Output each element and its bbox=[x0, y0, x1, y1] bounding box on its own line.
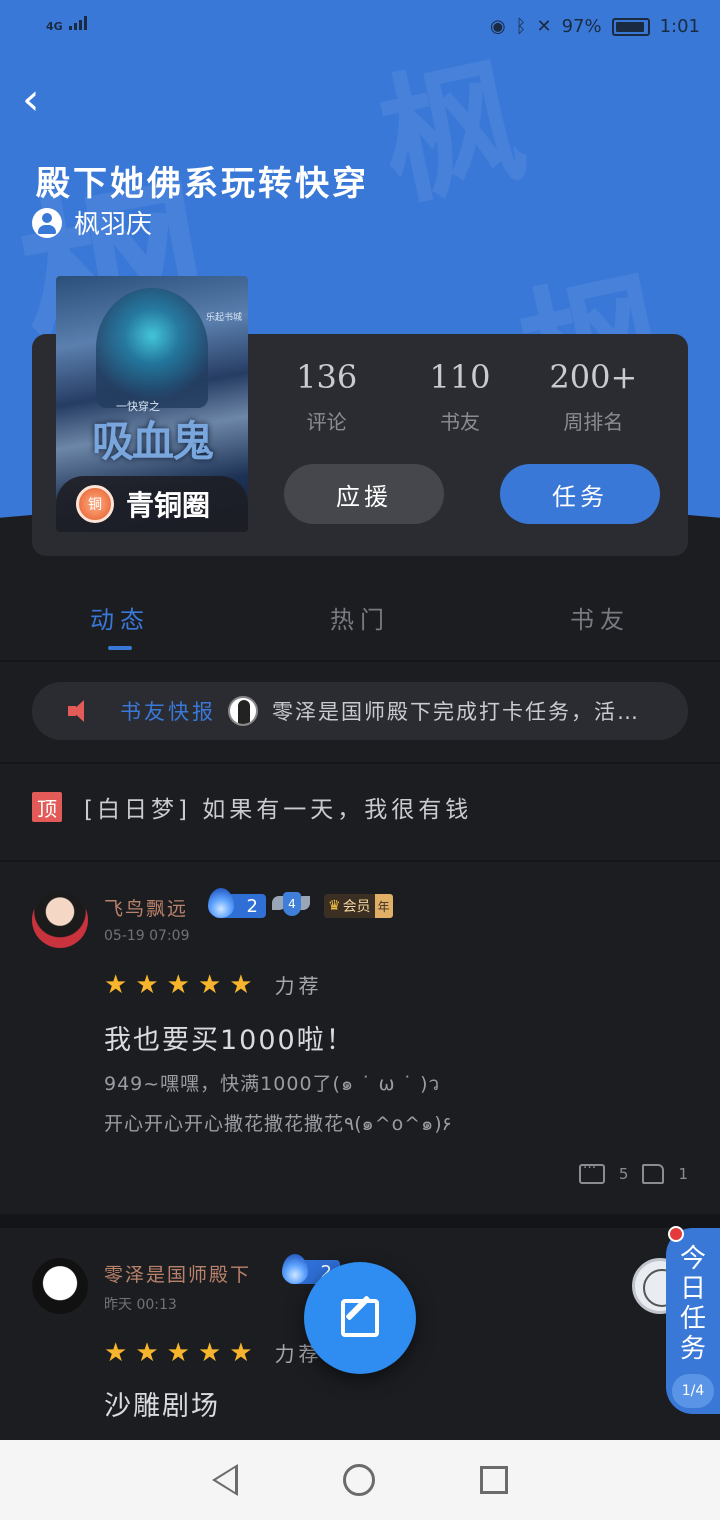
support-button[interactable]: 应援 bbox=[284, 464, 444, 524]
mute-icon: ✕ bbox=[536, 16, 552, 37]
daily-task-progress: 1/4 bbox=[672, 1374, 714, 1408]
battery-icon bbox=[611, 17, 650, 36]
divider bbox=[0, 762, 720, 764]
bronze-medal-icon: 铜 bbox=[76, 485, 114, 523]
fire-icon: 2 bbox=[246, 895, 258, 917]
rating: ★ ★ ★ ★ ★ 力荐 bbox=[104, 970, 323, 999]
rating: ★ ★ ★ ★ ★ 力荐 bbox=[104, 1338, 323, 1367]
author-name: 枫羽庆 bbox=[74, 210, 153, 240]
avatar bbox=[228, 696, 258, 726]
post-headline: 沙雕剧场 bbox=[104, 1391, 220, 1422]
stat-label: 评论 bbox=[306, 410, 347, 434]
author[interactable]: 枫羽庆 bbox=[32, 204, 152, 241]
user-icon bbox=[32, 207, 62, 238]
book-stats: 136 评论 110 书友 200+ 周排名 bbox=[260, 358, 660, 448]
news-text: 零泽是国师殿下完成打卡任务，活… bbox=[272, 700, 640, 724]
thumbs-up-icon[interactable] bbox=[642, 1164, 665, 1184]
cover-artwork bbox=[96, 288, 208, 408]
vip-label: 会员 bbox=[342, 899, 371, 915]
level-badge: 铜 青铜圈 bbox=[56, 476, 248, 532]
system-nav-bar bbox=[0, 1440, 720, 1520]
tab-activity[interactable]: 动态 bbox=[0, 600, 240, 660]
star-icon: ★ bbox=[229, 969, 253, 1000]
book-title: 殿下她佛系玩转快穿 bbox=[36, 164, 369, 204]
crown-icon: ♛ bbox=[328, 898, 341, 914]
divider bbox=[0, 660, 720, 662]
cover-publisher: 乐起书城 bbox=[205, 313, 242, 323]
shield-icon: 4 bbox=[272, 892, 310, 918]
pinned-post[interactable]: 顶 [白日梦] 如果有一天，我很有钱 bbox=[32, 790, 472, 824]
star-icon: ★ bbox=[104, 969, 128, 1000]
star-icon: ★ bbox=[166, 1337, 190, 1368]
battery-percent: 97% bbox=[561, 16, 602, 37]
bluetooth-icon: ᛒ bbox=[515, 16, 527, 37]
shield-level: 4 bbox=[283, 892, 301, 916]
post-date: 05-19 07:09 bbox=[104, 928, 190, 944]
tab-bar: 动态 热门 书友 bbox=[0, 600, 720, 660]
stat-value: 200+ bbox=[549, 358, 638, 396]
tab-friends[interactable]: 书友 bbox=[480, 600, 720, 660]
fire-level-badge: 2 bbox=[208, 888, 266, 918]
avatar[interactable] bbox=[32, 1258, 88, 1314]
stat-weekly-rank[interactable]: 200+ 周排名 bbox=[527, 358, 660, 448]
stat-value: 136 bbox=[296, 358, 358, 396]
stat-friends[interactable]: 110 书友 bbox=[393, 358, 526, 448]
nav-recent-apps-icon[interactable] bbox=[479, 1466, 508, 1494]
star-icon: ★ bbox=[104, 1337, 128, 1368]
nav-home-icon[interactable] bbox=[342, 1464, 375, 1496]
comment-count: 5 bbox=[618, 1165, 629, 1183]
vip-year: 年 bbox=[374, 894, 393, 918]
post-body-line: 949~嘿嘿，快满1000了(๑ ˙ ω ˙ )ว bbox=[104, 1073, 441, 1095]
cover-title: 吸血鬼 bbox=[91, 417, 214, 466]
tab-popular[interactable]: 热门 bbox=[240, 600, 480, 660]
stat-label: 书友 bbox=[439, 410, 480, 434]
network-type: 4G bbox=[46, 20, 63, 33]
avatar[interactable] bbox=[32, 892, 88, 948]
divider bbox=[0, 1214, 720, 1228]
stat-value: 110 bbox=[429, 358, 491, 396]
star-icon: ★ bbox=[197, 1337, 222, 1368]
post-body-line: 开心开心开心撒花撒花撒花٩(๑^o^๑)۶ bbox=[104, 1113, 452, 1135]
vip-badge: ♛ 会员 年 bbox=[324, 894, 393, 918]
chevron-left-icon: ‹ bbox=[22, 74, 40, 125]
rating-label: 力荐 bbox=[274, 974, 323, 998]
star-icon: ★ bbox=[229, 1337, 253, 1368]
back-button[interactable]: ‹ bbox=[22, 78, 70, 126]
daily-task-widget[interactable]: 今日任务 1/4 bbox=[666, 1226, 720, 1414]
post-headline: 我也要买1000啦！ bbox=[104, 1025, 355, 1056]
eye-icon: ◉ bbox=[489, 16, 506, 37]
pinned-tag: 顶 bbox=[32, 792, 62, 822]
stat-comments[interactable]: 136 评论 bbox=[260, 358, 393, 448]
like-count: 1 bbox=[678, 1165, 688, 1183]
status-bar: 4G ◉ ᛒ ✕ 97% 1:01 bbox=[0, 0, 720, 56]
star-icon: ★ bbox=[135, 1337, 159, 1368]
star-icon: ★ bbox=[166, 969, 190, 1000]
write-post-button[interactable] bbox=[304, 1262, 416, 1374]
star-icon: ★ bbox=[135, 969, 159, 1000]
news-label: 书友快报 bbox=[120, 700, 216, 724]
pinned-title: [白日梦] 如果有一天，我很有钱 bbox=[84, 797, 473, 823]
notification-dot bbox=[668, 1226, 684, 1242]
post-actions: 5 1 bbox=[578, 1160, 688, 1184]
news-ticker[interactable]: 书友快报 零泽是国师殿下完成打卡任务，活… bbox=[32, 682, 688, 740]
daily-task-label: 今日任务 bbox=[679, 1244, 706, 1364]
level-badge-label: 青铜圈 bbox=[126, 489, 211, 522]
speaker-icon bbox=[68, 699, 94, 723]
post-username[interactable]: 飞鸟飘远 bbox=[104, 894, 188, 921]
stat-label: 周排名 bbox=[563, 410, 624, 434]
post-username[interactable]: 零泽是国师殿下 bbox=[104, 1260, 251, 1287]
post-item[interactable]: 飞鸟飘远 2 4 ♛ 会员 年 05-19 07:09 ★ ★ ★ ★ ★ 力荐… bbox=[0, 862, 720, 1214]
task-button[interactable]: 任务 bbox=[500, 464, 660, 524]
comment-icon[interactable] bbox=[578, 1160, 605, 1184]
star-icon: ★ bbox=[197, 969, 222, 1000]
clock: 1:01 bbox=[659, 16, 700, 37]
post-date: 昨天 00:13 bbox=[104, 1297, 177, 1313]
nav-back-icon[interactable] bbox=[212, 1464, 239, 1496]
edit-icon bbox=[341, 1299, 379, 1337]
network-indicator: 4G bbox=[46, 14, 87, 33]
signal-icon bbox=[68, 14, 87, 30]
